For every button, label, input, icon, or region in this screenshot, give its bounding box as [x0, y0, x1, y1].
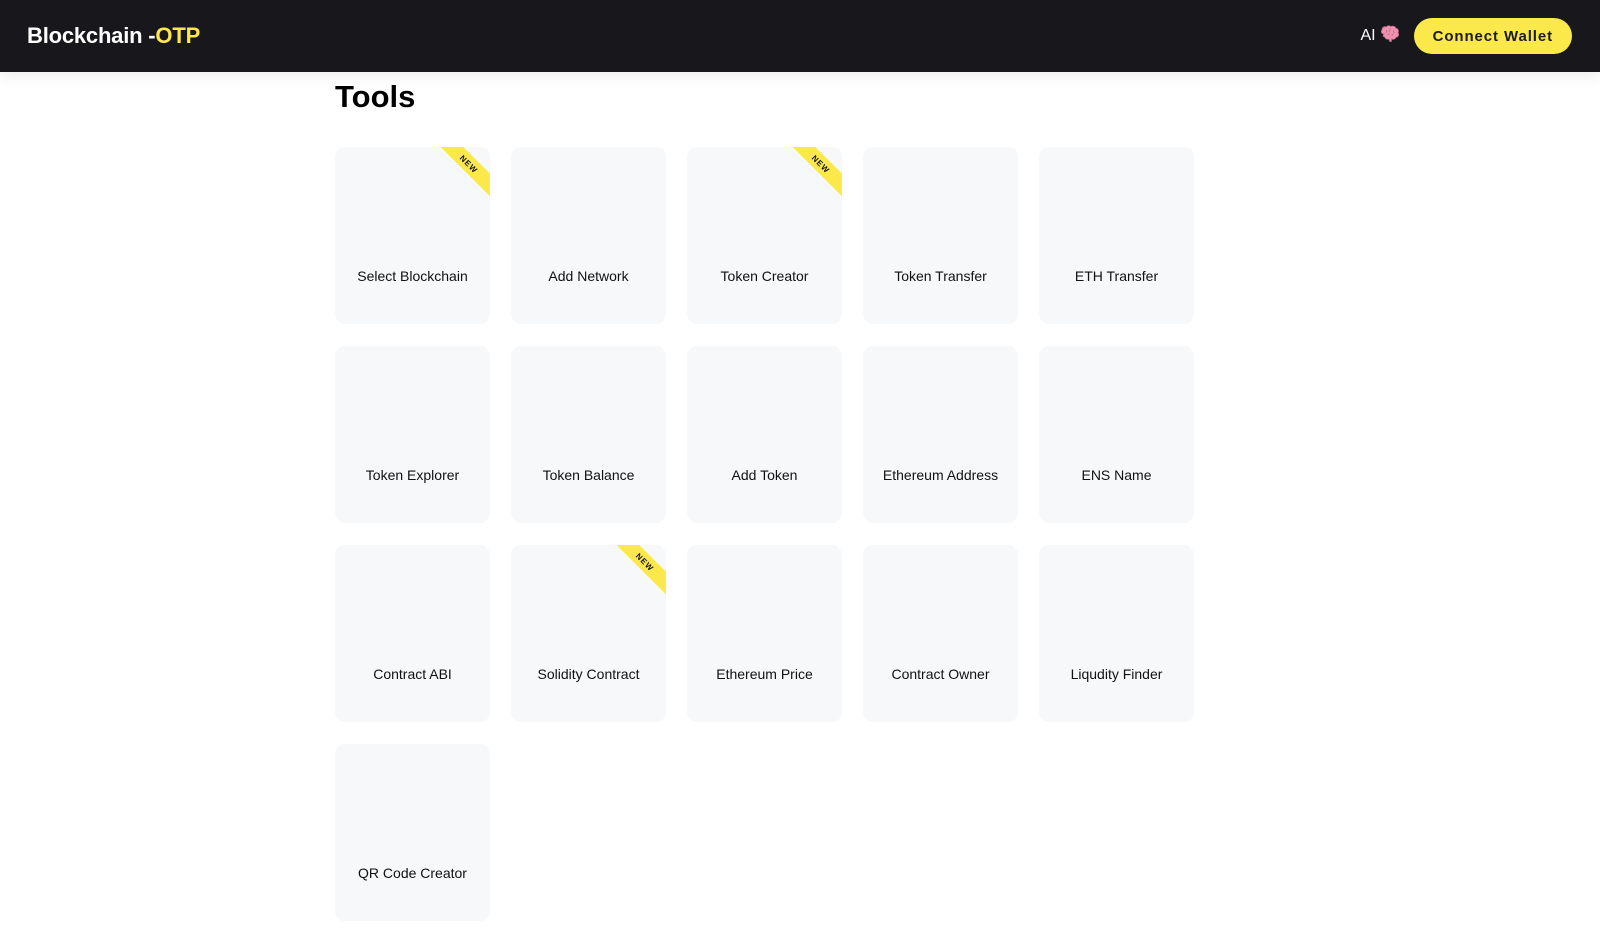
- ai-link[interactable]: AI: [1360, 24, 1400, 48]
- tool-card[interactable]: ETH Transfer: [1039, 147, 1194, 324]
- brain-icon: [1380, 24, 1400, 48]
- tool-card[interactable]: NEW Token Creator: [687, 147, 842, 324]
- brand-accent: OTP: [155, 23, 201, 48]
- tool-card-label: Token Explorer: [365, 467, 460, 483]
- tools-grid: NEW Select Blockchain Add Network NEW Token …: [335, 147, 1235, 921]
- brand-logo[interactable]: Blockchain -OTP: [27, 23, 200, 49]
- tool-card[interactable]: NEW Solidity Contract: [511, 545, 666, 722]
- tool-card[interactable]: Contract Owner: [863, 545, 1018, 722]
- tool-card[interactable]: Add Network: [511, 147, 666, 324]
- tool-card[interactable]: Token Balance: [511, 346, 666, 523]
- tool-card-label: Token Creator: [720, 268, 809, 284]
- new-badge: NEW: [432, 147, 490, 201]
- tool-card[interactable]: QR Code Creator: [335, 744, 490, 921]
- tool-card-label: Solidity Contract: [537, 666, 640, 682]
- tool-card[interactable]: Contract ABI: [335, 545, 490, 722]
- tool-card[interactable]: Token Transfer: [863, 147, 1018, 324]
- tool-card-label: Add Token: [731, 467, 798, 483]
- tool-card[interactable]: NEW Select Blockchain: [335, 147, 490, 324]
- tool-card[interactable]: Token Explorer: [335, 346, 490, 523]
- tool-card-label: Add Network: [548, 268, 629, 284]
- connect-wallet-button[interactable]: Connect Wallet: [1413, 18, 1572, 54]
- tool-card[interactable]: Ethereum Address: [863, 346, 1018, 523]
- tool-card-label: ENS Name: [1081, 467, 1152, 483]
- tool-card-label: Select Blockchain: [357, 268, 468, 284]
- tool-card[interactable]: ENS Name: [1039, 346, 1194, 523]
- tool-card-label: Ethereum Address: [882, 467, 999, 483]
- tool-card-label: ETH Transfer: [1074, 268, 1159, 284]
- tool-card-label: Ethereum Price: [716, 666, 813, 682]
- tool-card-label: Token Balance: [542, 467, 635, 483]
- header-actions: AI Connect Wallet: [1360, 18, 1572, 54]
- tool-card-label: Contract Owner: [891, 666, 990, 682]
- tool-card-label: Liqudity Finder: [1070, 666, 1163, 682]
- page-title: Tools: [335, 79, 416, 114]
- tool-card-label: Token Transfer: [894, 268, 987, 284]
- tool-card[interactable]: Liqudity Finder: [1039, 545, 1194, 722]
- tool-card[interactable]: Ethereum Price: [687, 545, 842, 722]
- tool-card[interactable]: Add Token: [687, 346, 842, 523]
- tools-section: Tools NEW Select Blockchain Add Network NEW…: [335, 72, 1235, 921]
- brand-name: Blockchain -: [27, 23, 156, 48]
- ai-label: AI: [1360, 27, 1376, 44]
- tool-card-label: QR Code Creator: [358, 865, 467, 881]
- new-badge: NEW: [784, 147, 842, 201]
- new-badge: NEW: [608, 545, 666, 599]
- tool-card-label: Contract ABI: [373, 666, 452, 682]
- top-navbar: Blockchain -OTP AI Connect Wallet: [0, 0, 1600, 72]
